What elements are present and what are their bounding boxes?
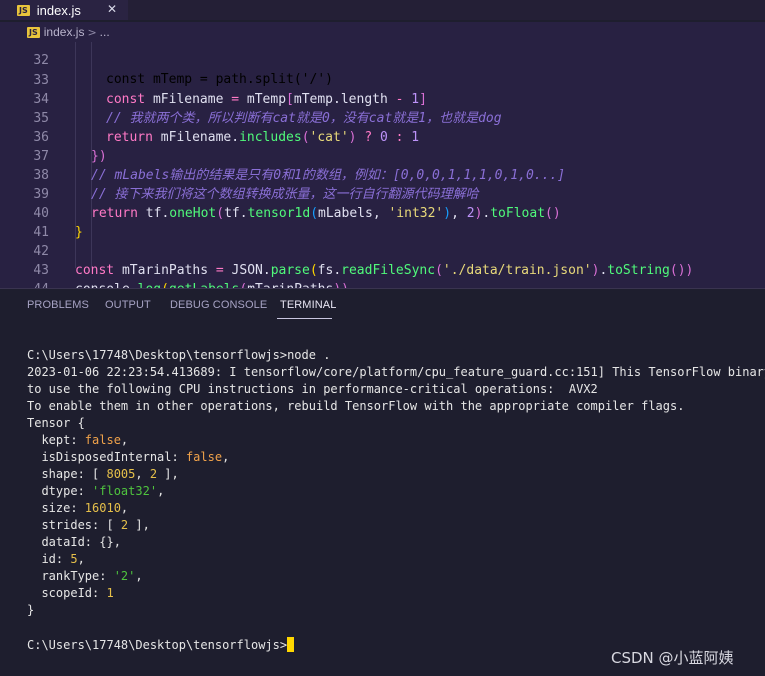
terminal-line: C:\Users\17748\Desktop\tensorflowjs>node… (27, 348, 331, 362)
code-line: 39 return tf.oneHot(tf.tensor1d(mLabels,… (0, 166, 765, 221)
tensor-prop-dataid: dataId: {}, (27, 535, 121, 549)
breadcrumb: JS index.js > ... (0, 22, 765, 42)
code-line: 32 const mTemp = path.split('/') (0, 42, 765, 87)
code-line: 36 }) (0, 109, 765, 164)
tab-output[interactable]: OUTPUT (105, 299, 151, 311)
tensor-prop-size: size: 16010, (27, 501, 129, 515)
terminal-prompt[interactable]: C:\Users\17748\Desktop\tensorflowjs> (27, 637, 295, 654)
tensor-prop-ranktype: rankType: '2', (27, 569, 143, 583)
code-line: 35 return mFilename.includes('cat') ? 0 … (0, 90, 765, 145)
tab-terminal[interactable]: TERMINAL (280, 299, 336, 311)
bottom-panel: PROBLEMS OUTPUT DEBUG CONSOLE TERMINAL C… (0, 288, 765, 676)
terminal-line: To enable them in other operations, rebu… (27, 399, 685, 413)
breadcrumb-chevron-icon: > (87, 25, 97, 39)
active-tab-indicator (277, 318, 332, 319)
line-number: 44 (9, 280, 49, 288)
editor-tab-bar: JS index.js ✕ (0, 0, 765, 20)
terminal-cursor (287, 637, 295, 652)
terminal-line: 2023-01-06 22:23:54.413689: I tensorflow… (27, 365, 765, 379)
code-line: 33 const mFilename = mTemp[mTemp.length … (0, 52, 765, 107)
terminal-line: Tensor { (27, 416, 85, 430)
terminal-line: } (27, 603, 35, 617)
tensor-prop-isdisposed: isDisposedInternal: false, (27, 450, 230, 464)
code-line: 42 const mTarinPaths = JSON.parse(fs.rea… (0, 223, 765, 278)
code-line: 37 // mLabels输出的结果是只有0和1的数组，例如：[0,0,0,1,… (0, 128, 765, 183)
close-icon[interactable]: ✕ (107, 2, 117, 16)
tensor-prop-id: id: 5, (27, 552, 85, 566)
js-file-icon: JS (17, 4, 30, 16)
code-line: 34 // 我就两个类，所以判断有cat就是0，没有cat就是1，也就是dog (0, 71, 765, 126)
js-file-icon: JS (27, 26, 40, 38)
tensor-prop-kept: kept: false, (27, 433, 129, 447)
tab-index-js[interactable]: JS index.js ✕ (0, 0, 128, 20)
breadcrumb-symbols[interactable]: ... (100, 25, 110, 39)
tensor-prop-shape: shape: [ 8005, 2 ], (27, 467, 179, 481)
tab-problems[interactable]: PROBLEMS (27, 299, 89, 311)
tab-debug-console[interactable]: DEBUG CONSOLE (170, 299, 267, 311)
code-line: 38 // 接下来我们将这个数组转换成张量，这一行自行翻源代码理解哈 (0, 147, 765, 202)
code-line: 43 console.log(getLabels(mTarinPaths)) (0, 242, 765, 288)
code-line: 40 } (0, 185, 765, 240)
code-editor[interactable]: 32 const mTemp = path.split('/') 33 cons… (0, 42, 765, 288)
code-line: 41 (0, 204, 765, 240)
code-text: console.log(getLabels(mTarinPaths)) (75, 280, 349, 288)
tensor-prop-dtype: dtype: 'float32', (27, 484, 165, 498)
watermark: CSDN @小蓝阿姨 (611, 649, 734, 667)
tensor-prop-scopeid: scopeId: 1 (27, 586, 114, 600)
tensor-prop-strides: strides: [ 2 ], (27, 518, 150, 532)
breadcrumb-file[interactable]: index.js (44, 25, 85, 39)
tab-label: index.js (36, 2, 81, 18)
terminal-line: to use the following CPU instructions in… (27, 382, 598, 396)
code-line: 44 (0, 261, 765, 288)
